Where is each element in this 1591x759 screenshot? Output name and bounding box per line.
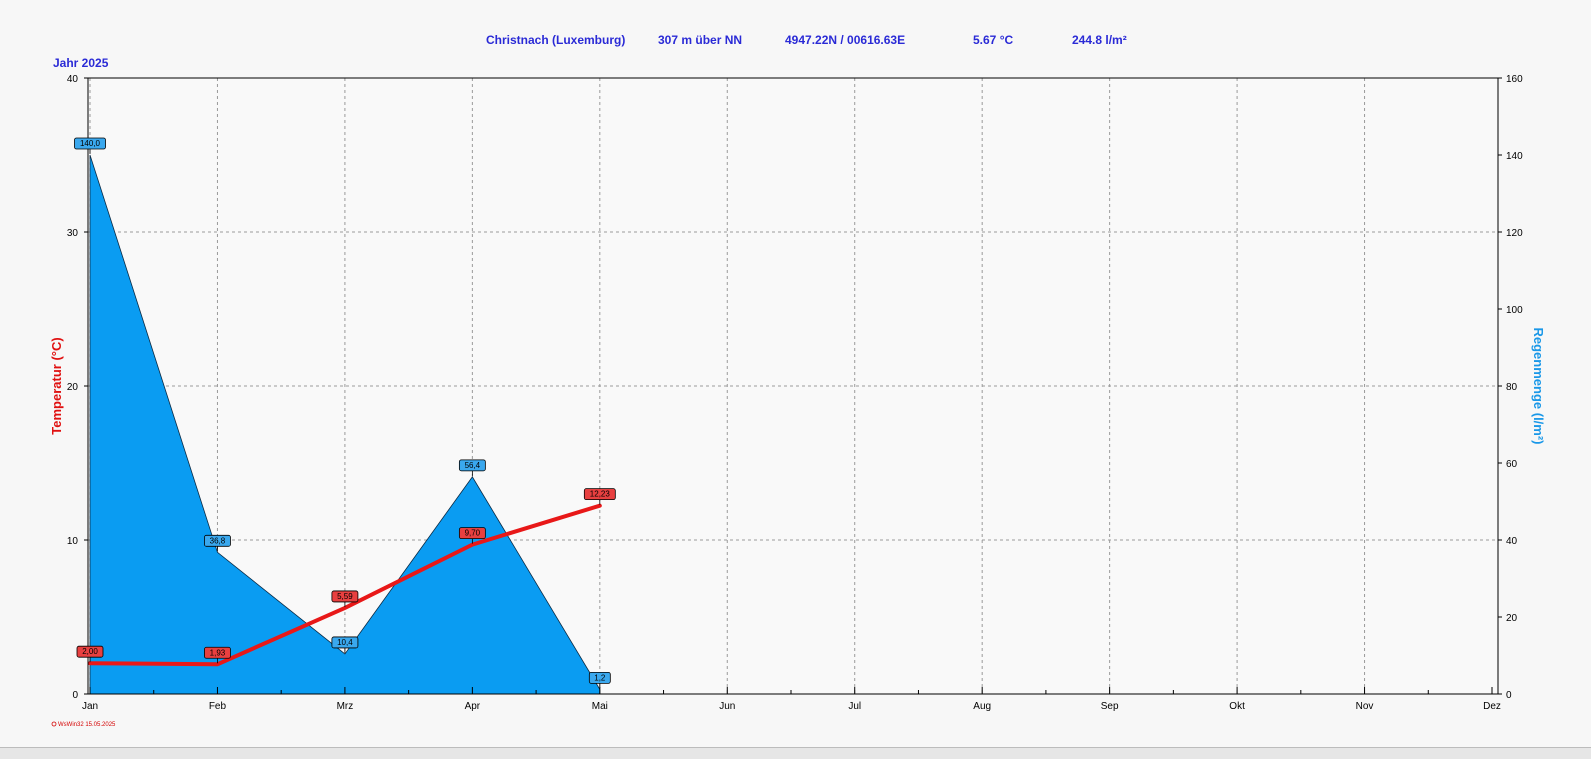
window-bottom-strip (0, 747, 1591, 759)
station-coordinates: 4947.22N / 00616.63E (785, 33, 905, 47)
x-tick-label: Feb (209, 701, 227, 712)
year-label: Jahr 2025 (53, 56, 109, 70)
x-tick-label: Dez (1483, 701, 1501, 712)
rain-value-label-text: 140,0 (80, 139, 101, 148)
y-axis-title-right: Regenmenge (l/m²) (1531, 327, 1546, 444)
y-right-tick-label: 80 (1506, 382, 1518, 393)
temperature-value-label-text: 9,70 (465, 529, 481, 538)
y-right-tick-label: 100 (1506, 305, 1523, 316)
y-axis-title-left: Temperatur (°C) (49, 337, 64, 434)
climate-chart: Christnach (Luxemburg) 307 m über NN 494… (49, 33, 1546, 728)
x-tick-label: Okt (1229, 701, 1245, 712)
x-tick-label: Mrz (337, 701, 354, 712)
total-rainfall: 244.8 l/m² (1072, 33, 1127, 47)
y-right-tick-label: 120 (1506, 228, 1523, 239)
station-elevation: 307 m über NN (658, 33, 742, 47)
software-credit: WsWin32 15.05.2025 (58, 722, 116, 728)
y-right-tick-label: 160 (1506, 74, 1523, 85)
station-name: Christnach (Luxemburg) (486, 33, 625, 47)
x-tick-label: Jul (848, 701, 861, 712)
y-left-tick-label: 20 (67, 382, 79, 393)
average-temperature: 5.67 °C (973, 33, 1013, 47)
y-right-tick-label: 20 (1506, 613, 1518, 624)
rain-value-label-text: 36,8 (210, 536, 226, 545)
y-left-tick-label: 10 (67, 536, 79, 547)
temperature-value-label-text: 12,23 (590, 490, 611, 499)
rain-value-label-text: 56,4 (465, 461, 481, 470)
x-tick-label: Apr (465, 701, 481, 712)
y-right-tick-label: 0 (1506, 690, 1512, 701)
y-left-tick-label: 0 (72, 690, 78, 701)
temperature-value-label-text: 2,00 (82, 647, 98, 656)
y-left-tick-label: 40 (67, 74, 79, 85)
rain-value-label-text: 10,4 (337, 638, 353, 647)
y-right-tick-label: 140 (1506, 151, 1523, 162)
y-right-tick-label: 60 (1506, 459, 1518, 470)
x-tick-label: Mai (592, 701, 608, 712)
y-right-tick-label: 40 (1506, 536, 1518, 547)
x-tick-label: Jan (82, 701, 98, 712)
temperature-value-label-text: 1,93 (210, 648, 226, 657)
x-tick-label: Sep (1101, 701, 1119, 712)
y-left-tick-label: 30 (67, 228, 79, 239)
credit-copyright-icon (51, 721, 57, 727)
temperature-value-label-text: 5,59 (337, 592, 353, 601)
x-tick-label: Aug (973, 701, 991, 712)
x-tick-label: Jun (719, 701, 735, 712)
x-tick-label: Nov (1356, 701, 1374, 712)
rain-value-label-text: 1,2 (594, 673, 606, 682)
